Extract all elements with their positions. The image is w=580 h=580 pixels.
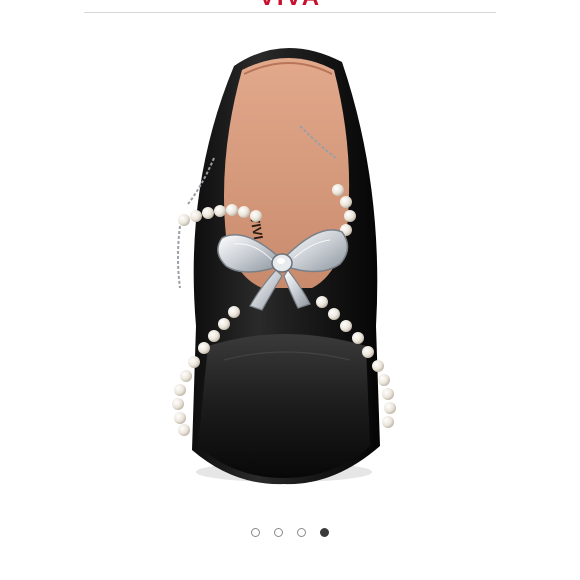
carousel-dot-2[interactable] [274, 528, 283, 537]
header-divider [84, 12, 496, 13]
product-image[interactable]: VIVI [84, 26, 496, 506]
carousel-dot-3[interactable] [297, 528, 306, 537]
product-page: VIVA [0, 0, 580, 580]
carousel-dots [0, 528, 580, 540]
side-chain [177, 225, 181, 289]
carousel-dot-4[interactable] [320, 528, 329, 537]
brand-title: VIVA [0, 0, 580, 10]
carousel-dot-1[interactable] [251, 528, 260, 537]
shoe-toe [198, 334, 370, 478]
